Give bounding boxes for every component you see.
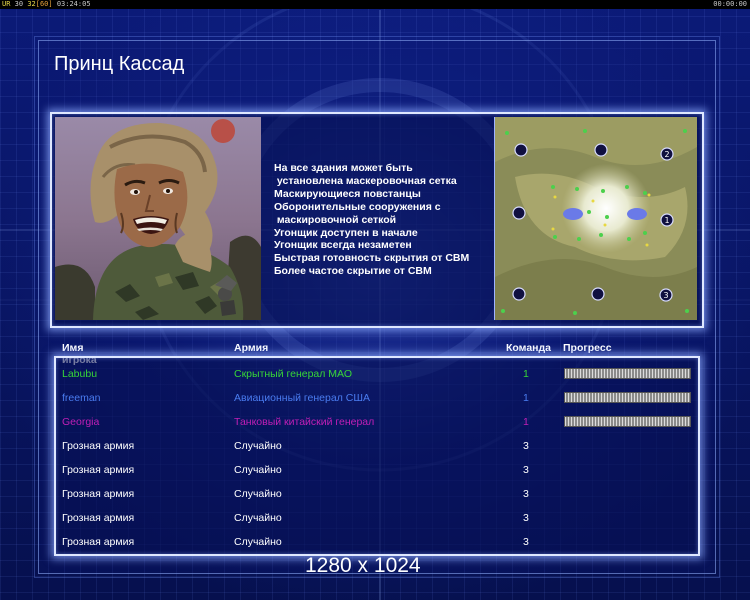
player-team: 1 xyxy=(523,392,529,404)
general-portrait xyxy=(55,117,261,320)
player-army: Случайно xyxy=(234,464,282,476)
progress-fill xyxy=(565,417,690,426)
debug-status-bar: UR 30 32[60] 03:24:05 00:00:00 xyxy=(0,0,750,9)
table-row: Грозная армия Случайно 3 xyxy=(0,535,750,555)
progress-fill xyxy=(565,369,690,378)
trait-item: Угонщик всегда незаметен xyxy=(274,239,412,252)
player-team: 3 xyxy=(523,536,529,548)
resolution-label: 1280 x 1024 xyxy=(305,554,421,577)
table-row: Грозная армия Случайно 3 xyxy=(0,511,750,531)
trait-item: На все здания может быть xyxy=(274,162,413,174)
trait-item: Маскирующиеся повстанцы xyxy=(274,187,421,200)
progress-fill xyxy=(565,393,690,402)
player-team: 3 xyxy=(523,464,529,476)
player-name: Грозная армия xyxy=(62,440,135,452)
fps-readout: UR 30 32[60] 03:24:05 xyxy=(2,0,91,8)
start-position-label: 2 xyxy=(664,150,669,159)
player-team: 1 xyxy=(523,416,529,428)
player-name: Грозная армия xyxy=(62,512,135,524)
loading-progress-bar xyxy=(564,392,691,403)
player-army: Танковый китайский генерал xyxy=(234,416,375,428)
player-team: 3 xyxy=(523,440,529,452)
game-timer: 00:00:00 xyxy=(713,0,747,8)
table-row: Грозная армия Случайно 3 xyxy=(0,487,750,507)
player-team: 3 xyxy=(523,512,529,524)
player-name: Labubu xyxy=(62,368,98,380)
player-name: Грозная армия xyxy=(62,488,135,500)
table-row: Грозная армия Случайно 3 xyxy=(0,439,750,459)
trait-item: Угонщик доступен в начале xyxy=(274,226,418,239)
table-row: Грозная армия Случайно 3 xyxy=(0,463,750,483)
loading-progress-bar xyxy=(564,368,691,379)
header-progress: Прогресс xyxy=(563,342,612,354)
player-name: Georgia xyxy=(62,416,100,428)
player-team: 3 xyxy=(523,488,529,500)
map-preview: 2 1 3 xyxy=(494,117,697,320)
player-name: freeman xyxy=(62,392,101,404)
table-row: Labubu Скрытный генерал МАО 1 xyxy=(0,367,750,387)
trait-item: Более частое скрытие от СВМ xyxy=(274,265,432,278)
general-traits-list: На все здания может быть установлена мас… xyxy=(274,162,494,278)
trait-item: Быстрая готовность скрытия от СВМ xyxy=(274,252,470,265)
player-name: Грозная армия xyxy=(62,464,135,476)
start-position-label: 3 xyxy=(663,291,668,300)
player-name: Грозная армия xyxy=(62,536,135,548)
player-army: Скрытный генерал МАО xyxy=(234,368,352,380)
player-army: Случайно xyxy=(234,440,282,452)
table-row: freeman Авиационный генерал США 1 xyxy=(0,391,750,411)
general-name-title: Принц Кассад xyxy=(54,53,185,75)
trait-item: Оборонительные сооружения с xyxy=(274,200,441,213)
table-row: Georgia Танковый китайский генерал 1 xyxy=(0,415,750,435)
trait-item: установлена маскеровочная сетка xyxy=(274,174,457,187)
header-army: Армия xyxy=(234,342,269,354)
player-army: Случайно xyxy=(234,512,282,524)
player-team: 1 xyxy=(523,368,529,380)
start-position-label: 1 xyxy=(664,216,669,225)
player-army: Авиационный генерал США xyxy=(234,392,370,404)
player-army: Случайно xyxy=(234,488,282,500)
trait-item: маскировочной сеткой xyxy=(274,213,397,226)
loading-progress-bar xyxy=(564,416,691,427)
player-army: Случайно xyxy=(234,536,282,548)
header-team: Команда xyxy=(506,342,551,354)
